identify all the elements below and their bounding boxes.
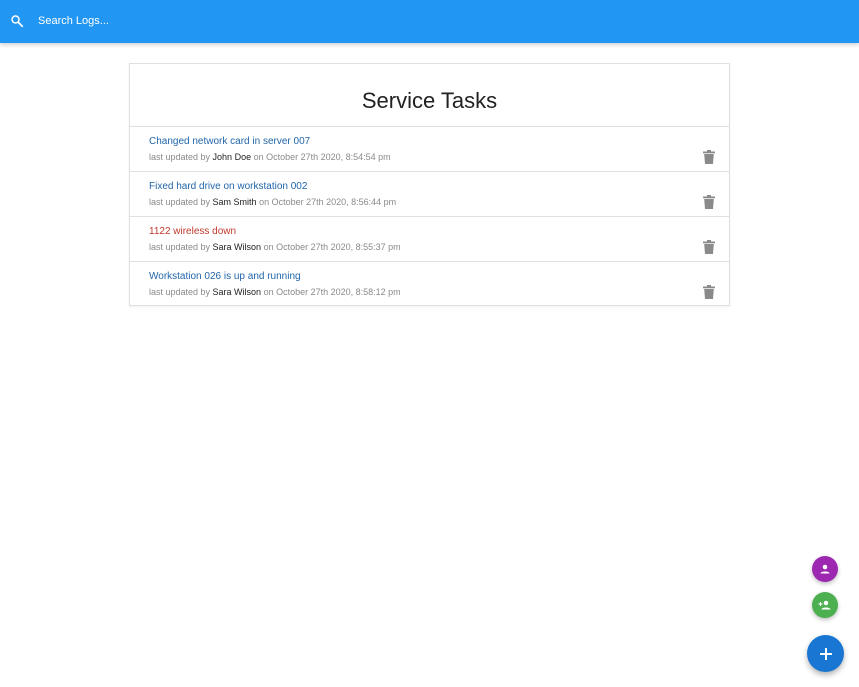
task-item: 1122 wireless down last updated by Sara … <box>130 217 729 262</box>
top-navbar <box>0 0 859 43</box>
search-input[interactable] <box>36 10 640 32</box>
task-item: Fixed hard drive on workstation 002 last… <box>130 172 729 217</box>
task-meta-prefix: last updated by <box>149 242 213 252</box>
task-tech-name: John Doe <box>212 152 252 162</box>
technicians-button[interactable] <box>812 556 838 582</box>
task-date: on October 27th 2020, 8:55:37 pm <box>261 242 401 252</box>
task-meta-prefix: last updated by <box>149 152 213 162</box>
task-meta-prefix: last updated by <box>149 287 213 297</box>
delete-icon[interactable] <box>703 285 715 299</box>
task-meta: last updated by John Doe on October 27th… <box>149 152 391 162</box>
delete-icon[interactable] <box>703 240 715 254</box>
task-meta: last updated by Sam Smith on October 27t… <box>149 197 396 207</box>
task-tech-name: Sara Wilson <box>212 287 262 297</box>
service-tasks-card: Service Tasks Changed network card in se… <box>129 63 730 306</box>
task-meta: last updated by Sara Wilson on October 2… <box>149 242 401 252</box>
task-date: on October 27th 2020, 8:58:12 pm <box>261 287 401 297</box>
task-item: Changed network card in server 007 last … <box>130 127 729 172</box>
task-item: Workstation 026 is up and running last u… <box>130 262 729 306</box>
page-title: Service Tasks <box>361 88 498 113</box>
add-log-button[interactable] <box>807 635 844 672</box>
task-meta-prefix: last updated by <box>149 197 213 207</box>
add-technician-button[interactable] <box>812 592 838 618</box>
task-title-link[interactable]: Workstation 026 is up and running <box>149 271 301 282</box>
task-date: on October 27th 2020, 8:54:54 pm <box>251 152 391 162</box>
task-tech-name: Sara Wilson <box>212 242 262 252</box>
add-icon <box>819 647 832 660</box>
task-title-link[interactable]: Changed network card in server 007 <box>149 136 310 147</box>
card-header: Service Tasks <box>130 64 729 127</box>
task-title-link[interactable]: 1122 wireless down <box>149 226 236 237</box>
search-icon <box>11 15 24 28</box>
task-tech-name: Sam Smith <box>212 197 257 207</box>
delete-icon[interactable] <box>703 150 715 164</box>
task-meta: last updated by Sara Wilson on October 2… <box>149 287 401 297</box>
person-icon <box>820 564 830 574</box>
task-title-link[interactable]: Fixed hard drive on workstation 002 <box>149 181 307 192</box>
person-add-icon <box>818 600 831 610</box>
delete-icon[interactable] <box>703 195 715 209</box>
task-date: on October 27th 2020, 8:56:44 pm <box>256 197 397 207</box>
